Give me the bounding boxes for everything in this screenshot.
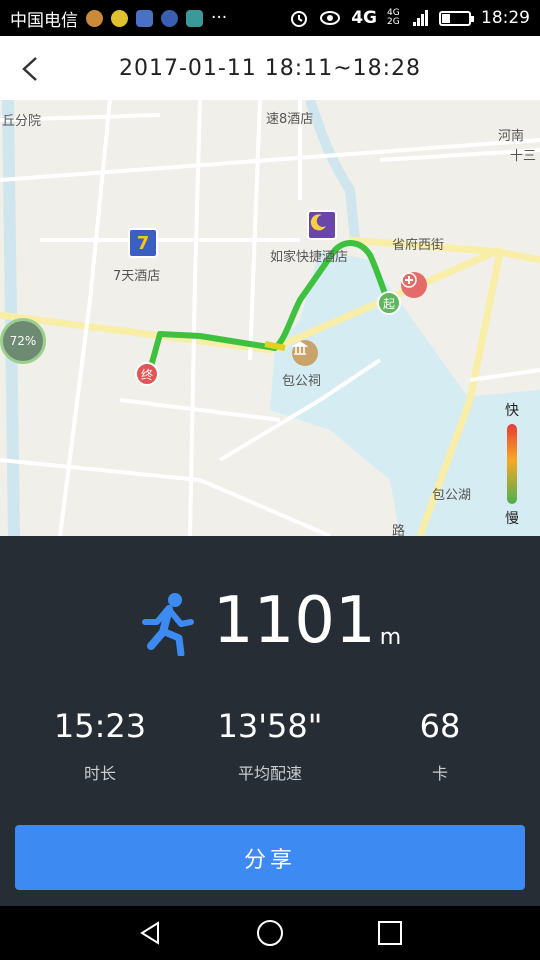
alarm-icon xyxy=(291,11,308,27)
map-label: 十三 xyxy=(510,149,537,164)
share-button[interactable]: 分享 xyxy=(15,825,525,890)
legend-gradient-bar xyxy=(507,424,517,504)
route-start-marker: 起 xyxy=(377,291,401,315)
distance-row: 1101 m xyxy=(0,586,540,656)
badge-seven: 7 xyxy=(136,232,150,254)
map-canvas xyxy=(0,100,540,536)
network-type: 4G xyxy=(351,8,377,28)
calories-metric: 68 卡 xyxy=(340,706,540,784)
calories-label: 卡 xyxy=(431,764,448,783)
avatar-percent: 72% xyxy=(9,334,37,348)
map-label: 如家快捷酒店 xyxy=(270,250,349,265)
map-label: 包公祠 xyxy=(282,374,322,389)
duration-value: 15:23 xyxy=(53,707,147,745)
signal-icon xyxy=(413,10,428,26)
distance-value: 1101 xyxy=(212,584,376,658)
app-notification-icon xyxy=(86,9,103,27)
circle-home-icon xyxy=(257,920,283,946)
triangle-back-icon xyxy=(140,921,159,945)
pace-label: 平均配速 xyxy=(237,764,302,783)
network-type-small: 4G 2G xyxy=(387,8,400,27)
route-end-marker: 终 xyxy=(135,362,159,386)
moon-icon xyxy=(310,214,326,231)
start-label: 起 xyxy=(382,296,395,311)
map-label: 丘分院 xyxy=(2,114,42,129)
temple-icon xyxy=(292,341,308,355)
user-avatar-marker[interactable]: 72% xyxy=(0,318,46,364)
route-map[interactable]: 丘分院 速8酒店 河南 十三 7天酒店 如家快捷酒店 省府西街 包公祠 包公湖 … xyxy=(0,100,540,536)
map-label: 速8酒店 xyxy=(266,112,314,127)
map-label: 路 xyxy=(392,524,406,536)
distance-unit: m xyxy=(379,625,402,650)
speed-legend: 快 慢 xyxy=(500,400,524,528)
app-notification-icon xyxy=(161,9,178,27)
metrics-row: 15:23 时长 13'58" 平均配速 68 卡 xyxy=(0,706,540,784)
header: 2017-01-11 18:11~18:28 xyxy=(0,36,540,100)
eye-icon xyxy=(320,11,341,25)
hospital-marker[interactable] xyxy=(401,272,427,298)
clock: 18:29 xyxy=(481,8,530,28)
legend-slow-label: 慢 xyxy=(505,511,519,527)
map-label: 省府西街 xyxy=(392,238,445,253)
map-label: 7天酒店 xyxy=(113,269,161,284)
app-notification-icon xyxy=(111,9,128,27)
more-notifications-icon: ··· xyxy=(211,8,228,28)
running-person-icon xyxy=(141,593,194,656)
hotel-rujia-marker[interactable] xyxy=(307,210,337,240)
legend-fast-label: 快 xyxy=(505,403,519,419)
nav-home-button[interactable] xyxy=(250,913,290,953)
back-button[interactable] xyxy=(14,52,48,86)
hospital-cross-icon xyxy=(401,272,417,288)
calories-value: 68 xyxy=(419,707,461,745)
duration-metric: 15:23 时长 xyxy=(0,706,200,784)
end-label: 终 xyxy=(140,367,153,382)
map-label: 河南 xyxy=(498,129,525,144)
chevron-left-icon xyxy=(22,57,37,81)
pace-metric: 13'58" 平均配速 xyxy=(200,706,340,784)
duration-label: 时长 xyxy=(83,764,116,783)
system-nav-bar xyxy=(0,906,540,960)
nav-recents-button[interactable] xyxy=(370,913,410,953)
app-notification-icon xyxy=(186,9,203,27)
page-title: 2017-01-11 18:11~18:28 xyxy=(118,55,422,81)
pace-value: 13'58" xyxy=(217,707,323,745)
temple-marker[interactable] xyxy=(292,340,318,366)
map-label: 包公湖 xyxy=(432,488,472,503)
workout-summary: 1101 m 15:23 时长 13'58" 平均配速 68 卡 分享 xyxy=(0,536,540,906)
nav-back-button[interactable] xyxy=(130,913,170,953)
hotel-7days-marker[interactable]: 7 xyxy=(128,228,158,258)
square-recents-icon xyxy=(378,921,402,945)
app-notification-icon xyxy=(136,9,153,27)
status-bar: 中国电信 ··· 4G 4G 2G 18:29 xyxy=(0,0,540,36)
battery-icon xyxy=(439,10,474,26)
carrier-label: 中国电信 xyxy=(10,10,78,31)
